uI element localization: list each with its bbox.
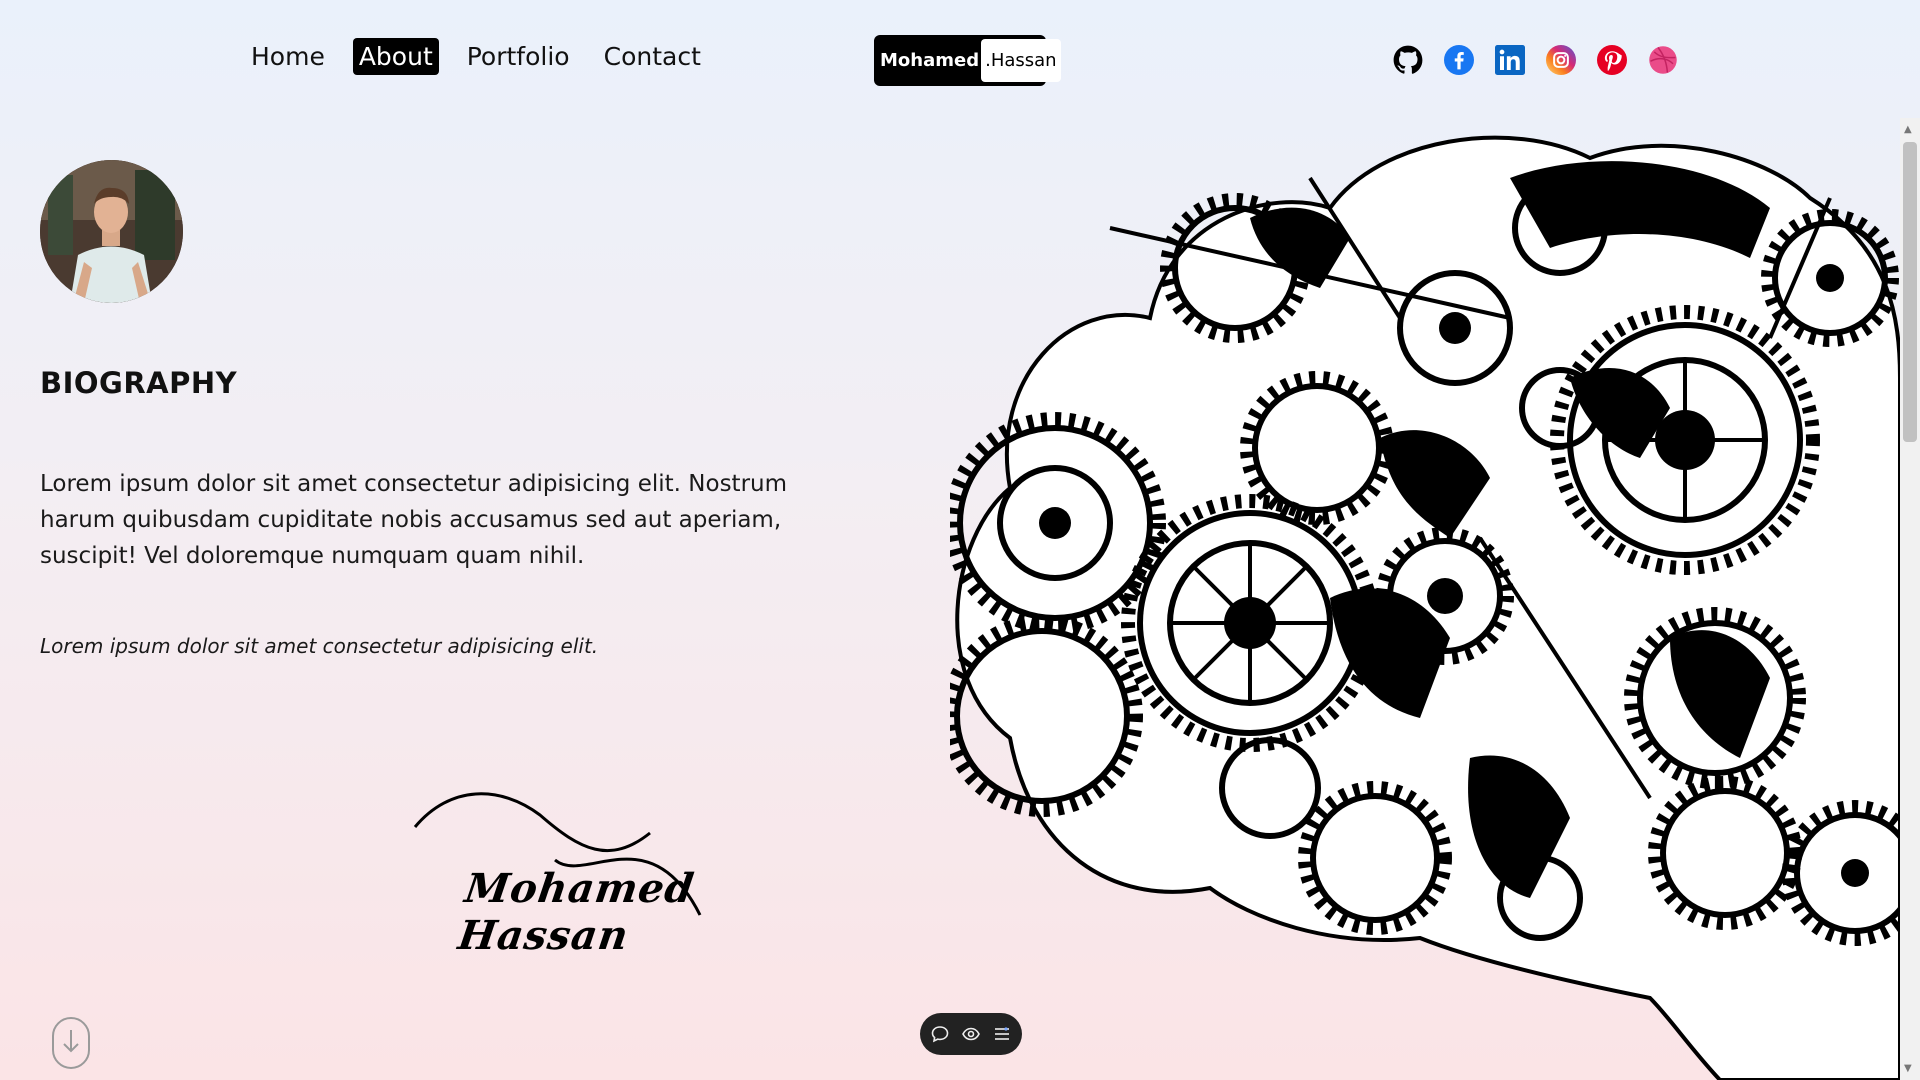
scrollbar-thumb[interactable] xyxy=(1903,142,1917,442)
signature: Mohamed Hassan xyxy=(410,775,780,959)
dribbble-icon[interactable] xyxy=(1647,44,1679,76)
page-scrollbar[interactable]: ▲ ▼ xyxy=(1900,118,1920,1080)
biography-paragraph: Lorem ipsum dolor sit amet consectetur a… xyxy=(40,471,788,569)
nav-portfolio[interactable]: Portfolio xyxy=(461,38,576,75)
facebook-icon[interactable] xyxy=(1443,44,1475,76)
main-nav: Home About Portfolio Contact xyxy=(245,38,707,75)
scroll-down-icon[interactable] xyxy=(51,1016,91,1070)
scroll-up-arrow-icon[interactable]: ▲ xyxy=(1904,124,1912,135)
nav-contact[interactable]: Contact xyxy=(598,38,707,75)
github-icon[interactable] xyxy=(1392,44,1424,76)
biography-quote: Lorem ipsum dolor sit amet consectetur a… xyxy=(40,634,599,658)
nav-home[interactable]: Home xyxy=(245,38,331,75)
nav-about[interactable]: About xyxy=(352,38,439,75)
pinterest-icon[interactable] xyxy=(1596,44,1628,76)
site-logo[interactable]: Mohamed .Hassan xyxy=(874,35,1061,86)
logo-first-name: Mohamed xyxy=(880,50,980,71)
linkedin-icon[interactable] xyxy=(1494,44,1526,76)
gear-brain-illustration xyxy=(950,118,1900,1080)
eye-icon[interactable] xyxy=(960,1023,982,1045)
scroll-down-arrow-icon[interactable]: ▼ xyxy=(1904,1063,1912,1074)
floating-toolbar xyxy=(920,1013,1022,1055)
logo-last-name: .Hassan xyxy=(981,39,1061,82)
signature-text: Mohamed Hassan xyxy=(455,865,698,959)
comment-icon[interactable] xyxy=(929,1023,951,1045)
avatar xyxy=(40,160,183,303)
social-links xyxy=(1392,44,1679,76)
instagram-icon[interactable] xyxy=(1545,44,1577,76)
menu-icon[interactable] xyxy=(991,1023,1013,1045)
page-title: BIOGRAPHY xyxy=(40,366,238,400)
